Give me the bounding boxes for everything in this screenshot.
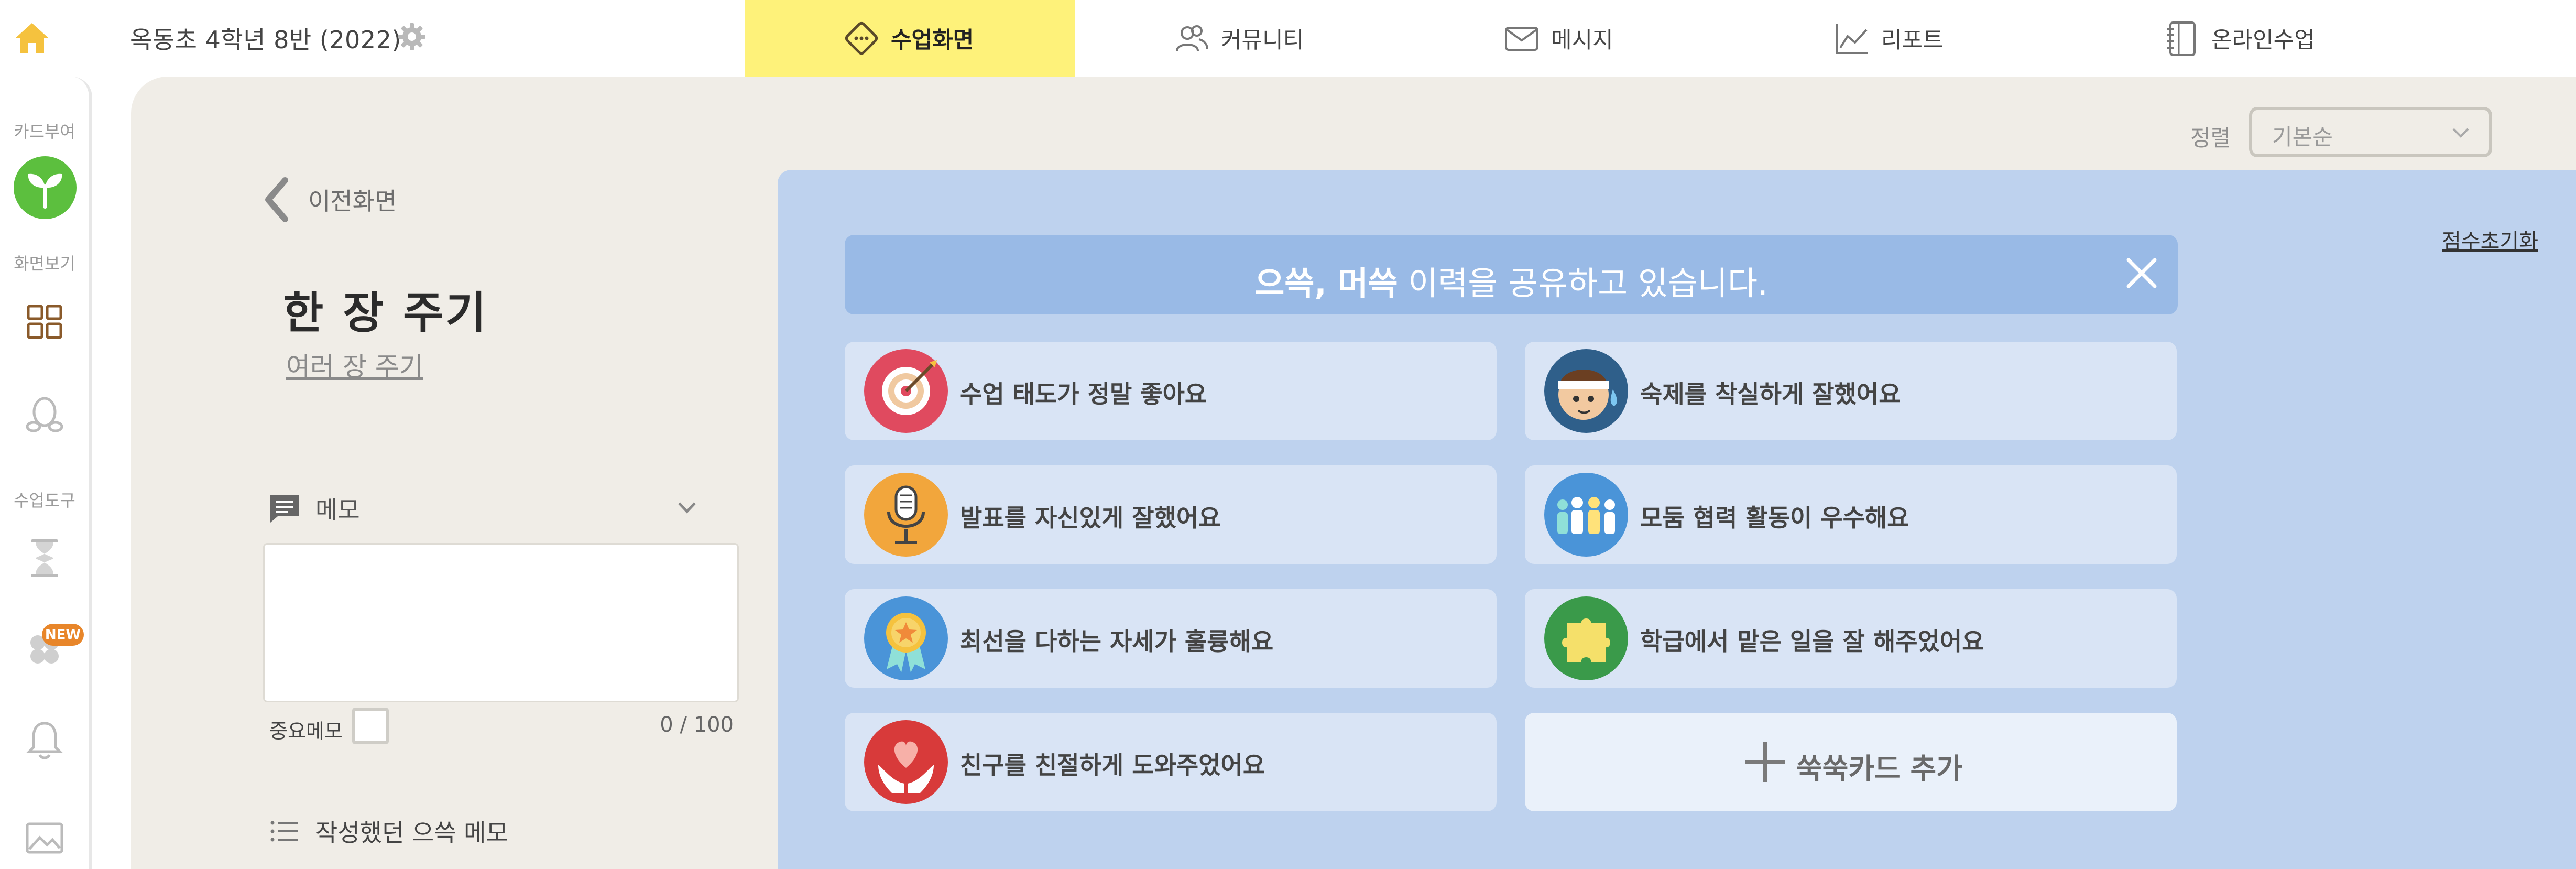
- card-label: 수업 태도가 정말 좋아요: [960, 380, 1207, 408]
- card-best-effort[interactable]: 최선을 다하는 자세가 훌륭해요: [845, 589, 1497, 688]
- card-label: 모둠 협력 활동이 우수해요: [1640, 504, 1909, 532]
- card-label: 친구를 친절하게 도와주었어요: [960, 751, 1265, 779]
- tab-lesson[interactable]: 수업화면: [745, 0, 1075, 77]
- memo-char-count: 0 / 100: [660, 713, 734, 737]
- class-title[interactable]: 옥동초 4학년 8반 (2022): [130, 21, 401, 56]
- share-banner-text: 으쓱, 머쓱 이력을 공유하고 있습니다.: [845, 257, 2178, 304]
- card-class-duty[interactable]: 학급에서 맡은 일을 잘 해주었어요: [1525, 589, 2177, 688]
- memo-header: 메모: [267, 487, 716, 529]
- list-icon: [270, 821, 298, 842]
- sort-select[interactable]: 기본순: [2249, 107, 2492, 157]
- important-memo-checkbox[interactable]: [352, 708, 389, 744]
- important-memo-label: 중요메모: [269, 720, 343, 743]
- egg-icon[interactable]: [22, 391, 67, 436]
- give-many-link[interactable]: 여러 장 주기: [286, 346, 423, 384]
- card-label: 숙제를 착실하게 잘했어요: [1640, 380, 1901, 408]
- card-presentation[interactable]: 발표를 자신있게 잘했어요: [845, 465, 1497, 564]
- memo-textarea[interactable]: [263, 543, 739, 702]
- share-separator: ,: [1314, 264, 1338, 302]
- chevron-down-icon[interactable]: [677, 500, 697, 515]
- class-tools-label: 수업도구: [14, 491, 75, 510]
- tab-online-class-label: 온라인수업: [2211, 27, 2315, 53]
- student-sweat-icon: [1544, 349, 1628, 433]
- target-icon: [864, 349, 948, 433]
- share-bold-1: 으쓱: [1254, 264, 1315, 302]
- plus-icon: [1745, 742, 1785, 782]
- screen-view-label: 화면보기: [14, 254, 75, 274]
- share-rest: 이력을 공유하고 있습니다.: [1398, 264, 1768, 302]
- report-icon: [1836, 24, 1868, 54]
- microphone-icon: [864, 473, 948, 557]
- memo-icon: [270, 495, 299, 523]
- card-helping-friend[interactable]: 친구를 친절하게 도와주었어요: [845, 713, 1497, 811]
- gear-icon[interactable]: [397, 22, 427, 51]
- card-attitude[interactable]: 수업 태도가 정말 좋아요: [845, 342, 1497, 440]
- past-memo-button[interactable]: 작성했던 으쓱 메모: [268, 810, 508, 852]
- tab-lesson-label: 수업화면: [891, 27, 974, 53]
- online-class-icon: [2167, 21, 2196, 56]
- give-one-title: 한 장 주기: [283, 287, 488, 339]
- bell-icon[interactable]: [22, 718, 67, 763]
- add-card-button[interactable]: 쑥쑥카드 추가: [1525, 713, 2177, 811]
- tab-online-class[interactable]: 온라인수업: [2066, 0, 2396, 77]
- back-button[interactable]: 이전화면: [262, 176, 397, 223]
- sprout-icon[interactable]: [13, 155, 78, 220]
- share-banner: 으쓱, 머쓱 이력을 공유하고 있습니다.: [845, 235, 2178, 314]
- tab-community[interactable]: 커뮤니티: [1075, 0, 1405, 77]
- tab-message[interactable]: 메시지: [1405, 0, 1735, 77]
- tab-community-label: 커뮤니티: [1221, 27, 1304, 53]
- home-icon[interactable]: [14, 20, 50, 57]
- card-label: 발표를 자신있게 잘했어요: [960, 504, 1221, 532]
- medal-icon: [864, 596, 948, 680]
- puzzle-icon: [1544, 596, 1628, 680]
- lesson-icon: [845, 21, 878, 55]
- memo-label: 메모: [315, 496, 360, 524]
- card-label: 학급에서 맡은 일을 잘 해주었어요: [1640, 627, 1984, 656]
- image-icon[interactable]: [22, 816, 67, 861]
- message-icon: [1505, 27, 1538, 51]
- sort-label: 정렬: [2190, 125, 2231, 151]
- back-label: 이전화면: [308, 187, 397, 215]
- heart-hands-icon: [864, 720, 948, 804]
- card-give-label: 카드부여: [14, 122, 75, 142]
- share-bold-2: 머쓱: [1338, 264, 1398, 302]
- add-card-label: 쑥쑥카드 추가: [1796, 752, 1962, 785]
- tab-message-label: 메시지: [1551, 27, 1613, 53]
- main-nav: 수업화면 커뮤니티 메시지 리포트 온라인수업: [745, 0, 2396, 77]
- grid-icon[interactable]: [22, 300, 67, 345]
- sort-value: 기본순: [2272, 124, 2333, 150]
- chevron-left-icon: [265, 177, 288, 222]
- reset-score-link[interactable]: 점수초기화: [2442, 224, 2538, 255]
- tab-report[interactable]: 리포트: [1735, 0, 2066, 77]
- close-icon[interactable]: [2124, 256, 2159, 290]
- tab-report-label: 리포트: [1881, 27, 1944, 53]
- team-icon: [1544, 473, 1628, 557]
- new-badge: NEW: [42, 624, 84, 646]
- community-icon: [1176, 25, 1208, 51]
- top-header: 옥동초 4학년 8반 (2022) 수업화면 커뮤니티 메시지 리포트 온라인수…: [0, 0, 2576, 77]
- card-label: 최선을 다하는 자세가 훌륭해요: [960, 627, 1274, 656]
- chevron-down-icon: [2452, 128, 2469, 138]
- card-team[interactable]: 모둠 협력 활동이 우수해요: [1525, 465, 2177, 564]
- hourglass-icon[interactable]: [22, 536, 67, 581]
- past-memo-label: 작성했던 으쓱 메모: [315, 819, 508, 847]
- card-homework[interactable]: 숙제를 착실하게 잘했어요: [1525, 342, 2177, 440]
